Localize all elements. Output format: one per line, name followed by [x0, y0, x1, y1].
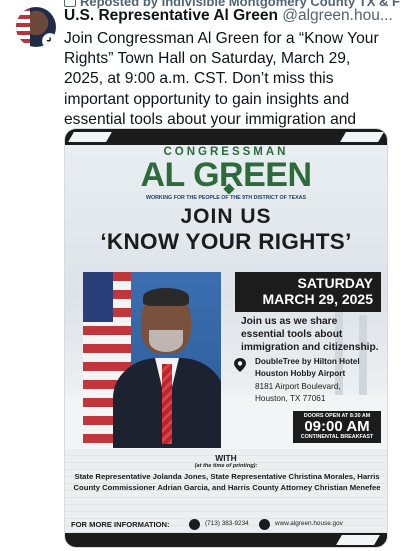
flyer-venue: DoubleTree by Hilton Hotel Houston Hobby…	[255, 357, 360, 378]
flyer-day: SATURDAY	[297, 275, 373, 291]
info-phone: (713) 383-9234	[205, 520, 249, 527]
globe-icon	[259, 519, 270, 530]
flyer-time: 09:00 AM	[304, 418, 370, 435]
repost-icon	[64, 0, 76, 7]
phone-icon	[189, 519, 200, 530]
info-label: FOR MORE INFORMATION:	[71, 520, 170, 529]
flyer-image[interactable]: CONGRESSMAN AL GREEN WORKING FOR THE PEO…	[64, 128, 388, 548]
portrait-photo	[83, 272, 221, 448]
location-pin-icon	[234, 358, 246, 372]
flyer-with: WITH	[215, 453, 237, 463]
date-box: SATURDAY MARCH 29, 2025	[235, 272, 381, 312]
flyer-guests: State Representative Jolanda Jones, Stat…	[73, 472, 381, 492]
flyer-date: MARCH 29, 2025	[262, 291, 374, 307]
post-header: U.S. Representative Al Green @algreen.ho…	[64, 7, 394, 25]
address-line-2: Houston, TX 77061	[255, 394, 326, 403]
handle[interactable]: @algreen.hou...	[282, 7, 393, 24]
avatar-flag	[16, 7, 30, 47]
flyer-subline: WORKING FOR THE PEOPLE OF THE 9TH DISTRI…	[145, 195, 307, 201]
time-box: DOORS OPEN AT 8:30 AM 09:00 AM CONTINENT…	[293, 411, 381, 443]
flyer-top-bar	[65, 129, 387, 145]
flyer-event-title: ‘KNOW YOUR RIGHTS’	[100, 229, 352, 254]
flyer-breakfast: CONTINENTAL BREAKFAST	[300, 434, 374, 440]
flyer-join: JOIN US	[180, 205, 272, 228]
info-website: www.algreen.house.gov	[275, 520, 343, 527]
info-row: FOR MORE INFORMATION: (713) 383-9234 www…	[65, 517, 387, 533]
flyer-printing-note: (at the time of printing):	[194, 463, 258, 469]
flyer-description: Join us as we share essential tools abou…	[241, 316, 379, 353]
address-line-1: 8181 Airport Boulevard,	[255, 382, 341, 391]
display-name[interactable]: U.S. Representative Al Green	[64, 7, 278, 24]
follow-plus-icon[interactable]: +	[42, 33, 56, 47]
flyer-address: 8181 Airport Boulevard, Houston, TX 7706…	[255, 381, 385, 405]
flyer-bottom-bar	[65, 533, 387, 547]
avatar[interactable]: +	[16, 7, 56, 47]
